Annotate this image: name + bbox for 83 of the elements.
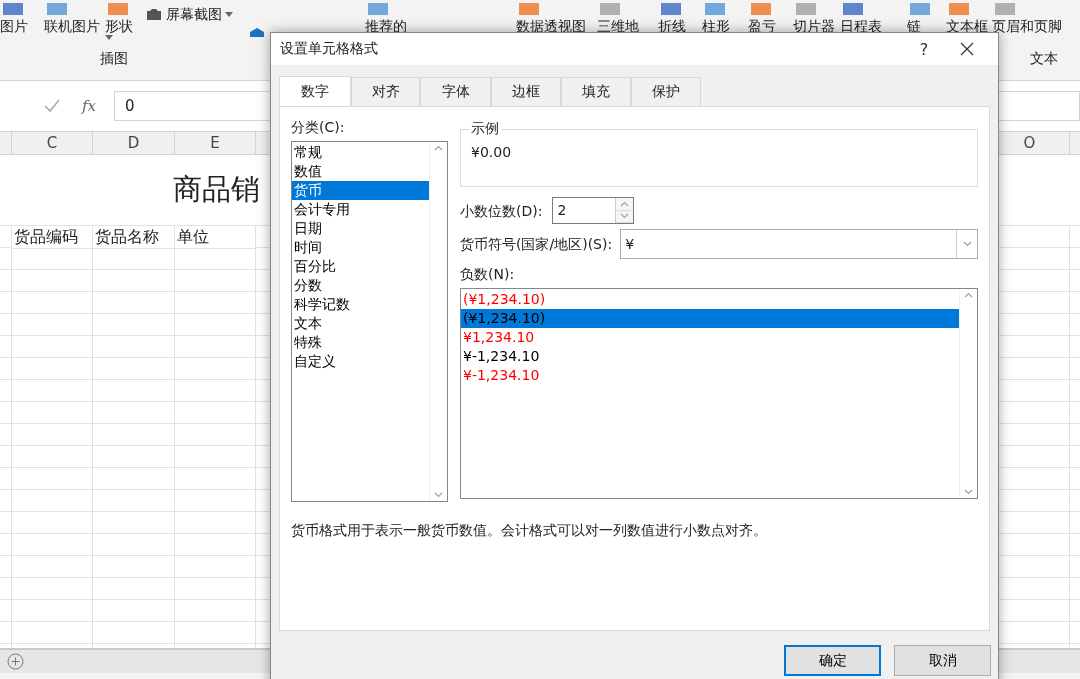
- caret-icon[interactable]: [105, 35, 113, 40]
- list-item[interactable]: ¥-1,234.10: [463, 348, 540, 364]
- list-item[interactable]: 百分比: [292, 257, 429, 276]
- field-label: 小数位数(D):: [460, 201, 543, 221]
- dialog-title: 设置单元格格式: [280, 40, 379, 58]
- list-item[interactable]: 特殊: [292, 333, 429, 352]
- function-button[interactable]: fx: [82, 97, 96, 115]
- check-icon[interactable]: [44, 99, 60, 113]
- table-cell: 单位: [175, 226, 256, 249]
- tab[interactable]: 对齐: [351, 77, 420, 106]
- ribbon-icon[interactable]: [105, 3, 131, 17]
- ribbon-icon[interactable]: [748, 3, 774, 17]
- list-item[interactable]: 货币: [292, 181, 429, 200]
- ribbon-button-label[interactable]: 切片器: [793, 17, 835, 35]
- ribbon-icon[interactable]: [365, 3, 391, 17]
- ribbon-icon[interactable]: [44, 3, 70, 17]
- dropdown-icon[interactable]: [962, 241, 972, 247]
- ribbon-button-label[interactable]: 屏幕截图: [166, 5, 222, 23]
- cancel-button[interactable]: 取消: [894, 645, 991, 676]
- group-label: 示例: [469, 120, 501, 138]
- category-label: 分类(C):: [291, 118, 346, 137]
- list-item[interactable]: 分数: [292, 276, 429, 295]
- scroll-up-icon[interactable]: [434, 145, 443, 151]
- ribbon-button-label[interactable]: 日程表: [840, 17, 882, 35]
- tab[interactable]: 填充: [561, 77, 631, 106]
- ok-button[interactable]: 确定: [784, 645, 881, 676]
- description-text: 货币格式用于表示一般货币数值。会计格式可以对一列数值进行小数点对齐。: [291, 522, 768, 540]
- list-item[interactable]: (¥1,234.10): [463, 310, 546, 326]
- tab[interactable]: 保护: [631, 77, 701, 106]
- list-item[interactable]: 时间: [292, 238, 429, 257]
- ribbon-button-label[interactable]: 链: [907, 17, 921, 35]
- help-button[interactable]: ?: [904, 38, 944, 60]
- field-label: 负数(N):: [460, 265, 516, 284]
- decimal-spinner[interactable]: 2: [552, 197, 635, 224]
- list-item[interactable]: 数值: [292, 162, 429, 181]
- ribbon-button-label[interactable]: 形状: [105, 17, 133, 35]
- spin-down-icon[interactable]: [620, 213, 630, 220]
- ribbon-button-label[interactable]: 三维地: [597, 17, 639, 35]
- column-header[interactable]: E: [175, 132, 256, 154]
- table-cell: 货品编码: [12, 226, 93, 249]
- tab[interactable]: 数字: [279, 76, 351, 106]
- currency-select[interactable]: ¥: [620, 229, 978, 259]
- list-item[interactable]: 会计专用: [292, 200, 429, 219]
- ribbon-icon[interactable]: [0, 3, 26, 17]
- ribbon-icon[interactable]: [658, 3, 684, 17]
- list-item[interactable]: (¥1,234.10): [463, 291, 546, 307]
- list-item[interactable]: 文本: [292, 314, 429, 333]
- add-sheet-icon[interactable]: [7, 653, 24, 670]
- ribbon-icon[interactable]: [946, 3, 972, 17]
- ribbon-icon[interactable]: [840, 3, 866, 17]
- list-item[interactable]: 科学记数: [292, 295, 429, 314]
- camera-icon[interactable]: [145, 6, 163, 22]
- sample-value: ¥0.00: [471, 144, 512, 160]
- column-header[interactable]: D: [93, 132, 175, 154]
- sheet-title: 商品销: [173, 171, 260, 208]
- ribbon-icon[interactable]: [992, 3, 1018, 17]
- list-item[interactable]: 常规: [292, 143, 429, 162]
- ribbon-icon[interactable]: [702, 3, 728, 17]
- ribbon-button-label[interactable]: 图片: [0, 17, 28, 35]
- ribbon-icon[interactable]: [516, 3, 542, 17]
- list-item[interactable]: 自定义: [292, 352, 429, 371]
- list-item[interactable]: ¥-1,234.10: [463, 367, 540, 383]
- ribbon-icon[interactable]: [907, 3, 933, 17]
- ribbon-icon[interactable]: [793, 3, 819, 17]
- close-icon[interactable]: [960, 42, 974, 56]
- ribbon-button-label[interactable]: 页眉和页脚: [992, 17, 1062, 35]
- table-cell: 货品名称: [93, 226, 175, 249]
- tab[interactable]: 边框: [491, 77, 561, 106]
- scroll-down-icon[interactable]: [434, 492, 443, 498]
- cube-icon[interactable]: [248, 27, 266, 37]
- list-item[interactable]: ¥1,234.10: [463, 329, 535, 345]
- caret-icon[interactable]: [225, 11, 233, 17]
- ribbon-icon[interactable]: [597, 3, 623, 17]
- column-header[interactable]: C: [12, 132, 93, 154]
- tab[interactable]: 字体: [420, 77, 491, 106]
- list-item[interactable]: 日期: [292, 219, 429, 238]
- scroll-up-icon[interactable]: [964, 292, 973, 298]
- spin-up-icon[interactable]: [620, 200, 630, 207]
- scroll-down-icon[interactable]: [964, 489, 973, 495]
- ribbon-group-label: 文本: [1030, 50, 1058, 68]
- ribbon-button-label[interactable]: 联机图片: [44, 17, 100, 35]
- ribbon-group-label: 插图: [100, 50, 128, 68]
- field-label: 货币符号(国家/地区)(S):: [460, 235, 613, 254]
